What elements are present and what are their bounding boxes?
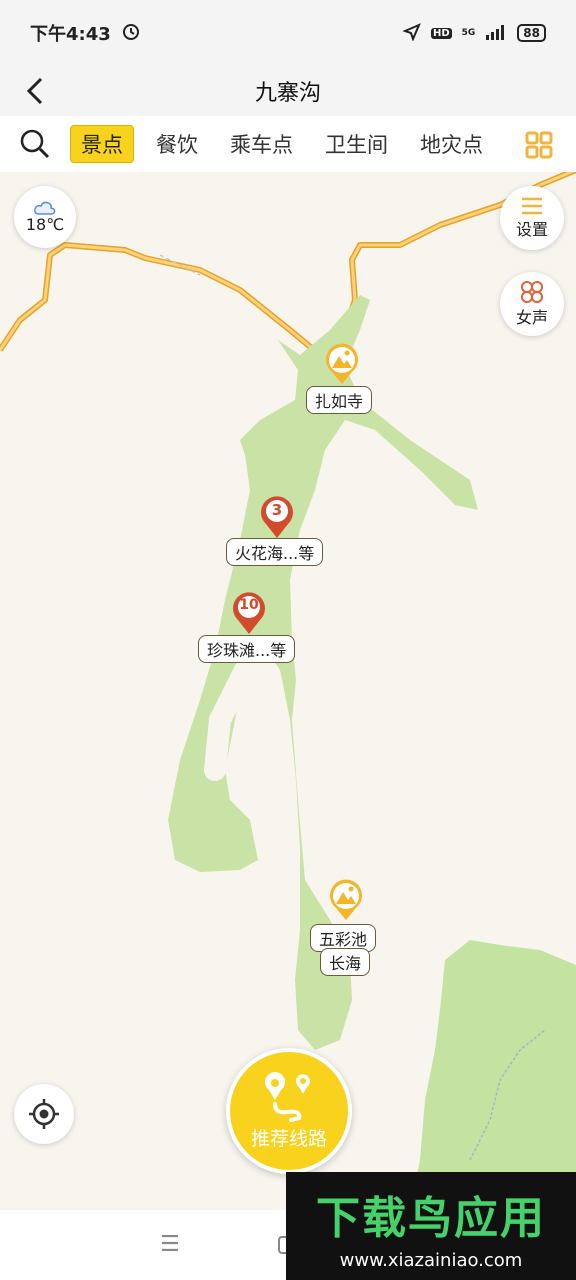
watermark-title: 下载鸟应用 — [316, 1192, 546, 1244]
search-button[interactable] — [0, 116, 70, 172]
tab-restroom[interactable]: 卫生间 — [315, 126, 398, 162]
location-icon — [402, 22, 421, 44]
cloud-icon — [34, 201, 56, 215]
settings-label: 设置 — [515, 220, 548, 239]
scenic-pin-icon[interactable] — [322, 342, 362, 390]
back-button[interactable] — [18, 74, 52, 108]
pin-label-zharu[interactable]: 扎如寺 — [306, 386, 373, 414]
pin-label-zhenzhu[interactable]: 珍珠滩...等 — [198, 635, 296, 663]
page-title: 九寨沟 — [254, 81, 321, 106]
watermark-url: www.xiazainiao.com — [339, 1249, 523, 1271]
cluster-count: 10 — [239, 597, 259, 613]
status-time: 下午4:43 — [30, 24, 111, 45]
weather-widget[interactable]: 18℃ — [14, 186, 76, 248]
alarm-icon — [121, 21, 141, 46]
network-label: 5G — [461, 28, 476, 38]
title-bar: 九寨沟 — [0, 66, 576, 116]
tab-scenic[interactable]: 景点 — [70, 125, 134, 163]
recommended-route-button[interactable]: 推荐线路 — [226, 1048, 352, 1174]
tab-hazard[interactable]: 地灾点 — [410, 126, 493, 162]
voice-icon — [521, 281, 543, 303]
route-icon — [265, 1071, 310, 1122]
voice-button[interactable]: 女声 — [500, 272, 564, 336]
scenic-pin-icon[interactable] — [326, 878, 366, 926]
battery-indicator: 88 — [517, 24, 546, 42]
status-icons: HD 5G 88 — [402, 22, 546, 44]
grid-icon — [525, 131, 553, 159]
pin-label-changhai[interactable]: 长海 — [320, 948, 371, 976]
search-icon — [20, 129, 50, 159]
settings-button[interactable]: 设置 — [500, 186, 564, 250]
watermark-logo: 下载鸟应用 www.xiazainiao.com — [286, 1172, 576, 1280]
grid-menu-button[interactable] — [524, 130, 554, 160]
chevron-left-icon — [26, 77, 43, 105]
cluster-count: 3 — [271, 501, 283, 519]
menu-lines-icon — [522, 197, 542, 215]
tab-dining[interactable]: 餐饮 — [146, 126, 208, 162]
cluster-pin-icon[interactable]: 3 — [258, 494, 296, 544]
weather-temp: 18℃ — [25, 214, 65, 234]
voice-label: 女声 — [515, 308, 548, 327]
pin-label-huohua[interactable]: 火花海...等 — [226, 538, 324, 566]
hd-badge: HD — [430, 27, 452, 39]
tab-bus-stop[interactable]: 乘车点 — [220, 126, 303, 162]
crosshair-icon — [29, 1099, 59, 1129]
category-tabs: 景点 餐饮 乘车点 卫生间 地灾点 — [0, 116, 576, 172]
menu-icon[interactable]: ☰ — [160, 1232, 180, 1257]
signal-icon — [485, 24, 507, 43]
status-bar: 下午4:43 HD 5G 88 — [0, 0, 576, 66]
route-label: 推荐线路 — [250, 1127, 327, 1150]
locate-button[interactable] — [14, 1084, 74, 1144]
cluster-pin-icon[interactable]: 10 — [230, 590, 268, 640]
